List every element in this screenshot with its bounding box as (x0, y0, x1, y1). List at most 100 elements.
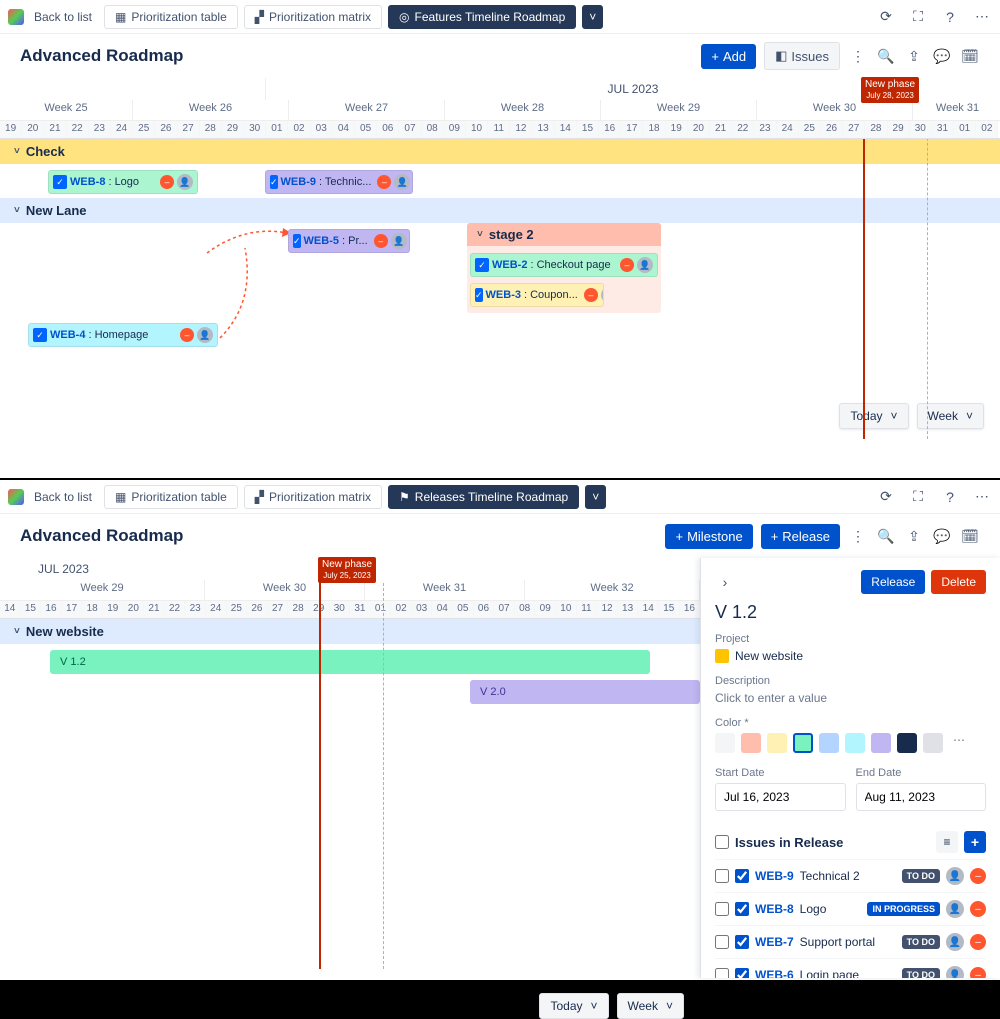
lane-check[interactable]: ˅ Check (0, 139, 1000, 164)
day-cell: 28 (865, 121, 887, 138)
issue-select-checkbox[interactable] (715, 869, 729, 883)
more-icon[interactable]: ⋯ (972, 7, 992, 27)
card-web-3[interactable]: ✓ WEB-3: Coupon... – 👤 (470, 283, 604, 307)
issue-select-checkbox[interactable] (715, 902, 729, 916)
delete-button[interactable]: Delete (931, 570, 986, 594)
card-web-2[interactable]: ✓ WEB-2: Checkout page – 👤 (470, 253, 658, 277)
collapse-icon[interactable]: › (715, 572, 735, 592)
release-bar-v20[interactable]: V 2.0 (470, 680, 700, 704)
issue-row[interactable]: WEB-7 Support portal TO DO 👤 – (715, 925, 986, 958)
issue-key[interactable]: WEB-6 (755, 968, 794, 978)
remove-issue-icon[interactable]: – (970, 901, 986, 917)
issue-done-checkbox[interactable] (735, 968, 749, 978)
issues-button[interactable]: ◧ Issues (764, 42, 840, 70)
search-icon[interactable]: 🔍 (876, 46, 896, 66)
filter-button[interactable]: ≡ (936, 831, 958, 853)
issue-key[interactable]: WEB-9 (755, 869, 794, 883)
remove-issue-icon[interactable]: – (970, 967, 986, 978)
tab-dropdown[interactable]: ˅ (582, 5, 603, 29)
select-all-checkbox[interactable] (715, 835, 729, 849)
issue-key[interactable]: WEB-8 (755, 902, 794, 916)
today-select[interactable]: Today˅ (539, 993, 608, 1019)
calendar-icon[interactable]: 🗓 (960, 46, 980, 66)
tab-prioritization-table[interactable]: ▦ Prioritization table (104, 5, 238, 29)
status-badge: TO DO (902, 968, 940, 978)
remove-issue-icon[interactable]: – (970, 934, 986, 950)
color-swatch[interactable] (923, 733, 943, 753)
back-to-list-link[interactable]: Back to list (34, 490, 92, 504)
help-icon[interactable]: ? (940, 487, 960, 507)
sync-icon[interactable]: ⟳ (876, 7, 896, 27)
remove-issue-icon[interactable]: – (970, 868, 986, 884)
card-web-8[interactable]: ✓ WEB-8: Logo – 👤 (48, 170, 198, 194)
add-button[interactable]: + Add (701, 44, 756, 69)
end-date-input[interactable] (856, 783, 987, 811)
issue-select-checkbox[interactable] (715, 968, 729, 978)
tab-releases-timeline[interactable]: ⚑ Releases Timeline Roadmap (388, 485, 579, 509)
comment-icon[interactable]: 💬 (932, 526, 952, 546)
tab-features-timeline[interactable]: ◎ Features Timeline Roadmap (388, 5, 576, 29)
color-swatch[interactable] (819, 733, 839, 753)
options-icon[interactable]: ⋮ (848, 526, 868, 546)
day-cell: 24 (206, 601, 227, 618)
tab-prioritization-table[interactable]: ▦ Prioritization table (104, 485, 238, 509)
card-web-9[interactable]: ✓ WEB-9: Technic... – 👤 (265, 170, 413, 194)
calendar-icon[interactable]: 🗓 (960, 526, 980, 546)
issue-row[interactable]: WEB-8 Logo IN PROGRESS 👤 – (715, 892, 986, 925)
more-colors-icon[interactable]: ⋯ (949, 733, 969, 753)
tab-prioritization-matrix[interactable]: ▞ Prioritization matrix (244, 5, 382, 29)
share-icon[interactable]: ⇪ (904, 46, 924, 66)
card-web-5[interactable]: ✓ WEB-5: Pr... – 👤 (288, 229, 410, 253)
stage-2-header[interactable]: ˅ stage 2 (467, 223, 661, 246)
matrix-icon: ▞ (255, 490, 264, 504)
status-badge: IN PROGRESS (867, 902, 940, 916)
card-web-4[interactable]: ✓ WEB-4: Homepage – 👤 (28, 323, 218, 347)
color-swatch[interactable] (741, 733, 761, 753)
lane-new-lane[interactable]: ˅ New Lane (0, 198, 1000, 223)
issue-key[interactable]: WEB-7 (755, 935, 794, 949)
day-cell: 22 (165, 601, 186, 618)
phase-marker[interactable]: New phase July 25, 2023 (318, 557, 376, 583)
issue-done-checkbox[interactable] (735, 902, 749, 916)
expand-icon[interactable]: ⛶ (908, 487, 928, 507)
release-button[interactable]: + Release (761, 524, 840, 549)
help-icon[interactable]: ? (940, 7, 960, 27)
release-action-button[interactable]: Release (861, 570, 925, 594)
tab-prioritization-matrix[interactable]: ▞ Prioritization matrix (244, 485, 382, 509)
color-swatch[interactable] (871, 733, 891, 753)
options-icon[interactable]: ⋮ (848, 46, 868, 66)
add-issue-button[interactable]: + (964, 831, 986, 853)
more-icon[interactable]: ⋯ (972, 487, 992, 507)
phase-marker[interactable]: New phase July 28, 2023 (861, 77, 919, 103)
back-to-list-link[interactable]: Back to list (34, 10, 92, 24)
share-icon[interactable]: ⇪ (904, 526, 924, 546)
comment-icon[interactable]: 💬 (932, 46, 952, 66)
color-swatch[interactable] (793, 733, 813, 753)
start-date-input[interactable] (715, 783, 846, 811)
issue-row[interactable]: WEB-6 Login page TO DO 👤 – (715, 958, 986, 978)
expand-icon[interactable]: ⛶ (908, 7, 928, 27)
title-row: Advanced Roadmap + Milestone + Release ⋮… (0, 514, 1000, 558)
day-cell: 14 (555, 121, 577, 138)
color-swatch[interactable] (897, 733, 917, 753)
today-select[interactable]: Today˅ (839, 403, 908, 429)
description-field[interactable]: Click to enter a value (715, 691, 986, 705)
app-logo-icon (8, 9, 24, 25)
color-swatch[interactable] (845, 733, 865, 753)
search-icon[interactable]: 🔍 (876, 526, 896, 546)
color-swatch[interactable] (767, 733, 787, 753)
issue-done-checkbox[interactable] (735, 935, 749, 949)
release-title[interactable]: V 1.2 (715, 602, 986, 623)
color-swatch[interactable] (715, 733, 735, 753)
issue-done-checkbox[interactable] (735, 869, 749, 883)
week-select[interactable]: Week˅ (617, 993, 684, 1019)
day-cell: 17 (62, 601, 83, 618)
issue-select-checkbox[interactable] (715, 935, 729, 949)
tab-dropdown[interactable]: ˅ (585, 485, 606, 509)
project-value[interactable]: New website (715, 649, 986, 663)
release-bar-v12[interactable]: V 1.2 (50, 650, 650, 674)
issue-summary: Logo (800, 902, 827, 916)
day-cell: 14 (638, 601, 659, 618)
issue-row[interactable]: WEB-9 Technical 2 TO DO 👤 – (715, 859, 986, 892)
milestone-button[interactable]: + Milestone (665, 524, 752, 549)
